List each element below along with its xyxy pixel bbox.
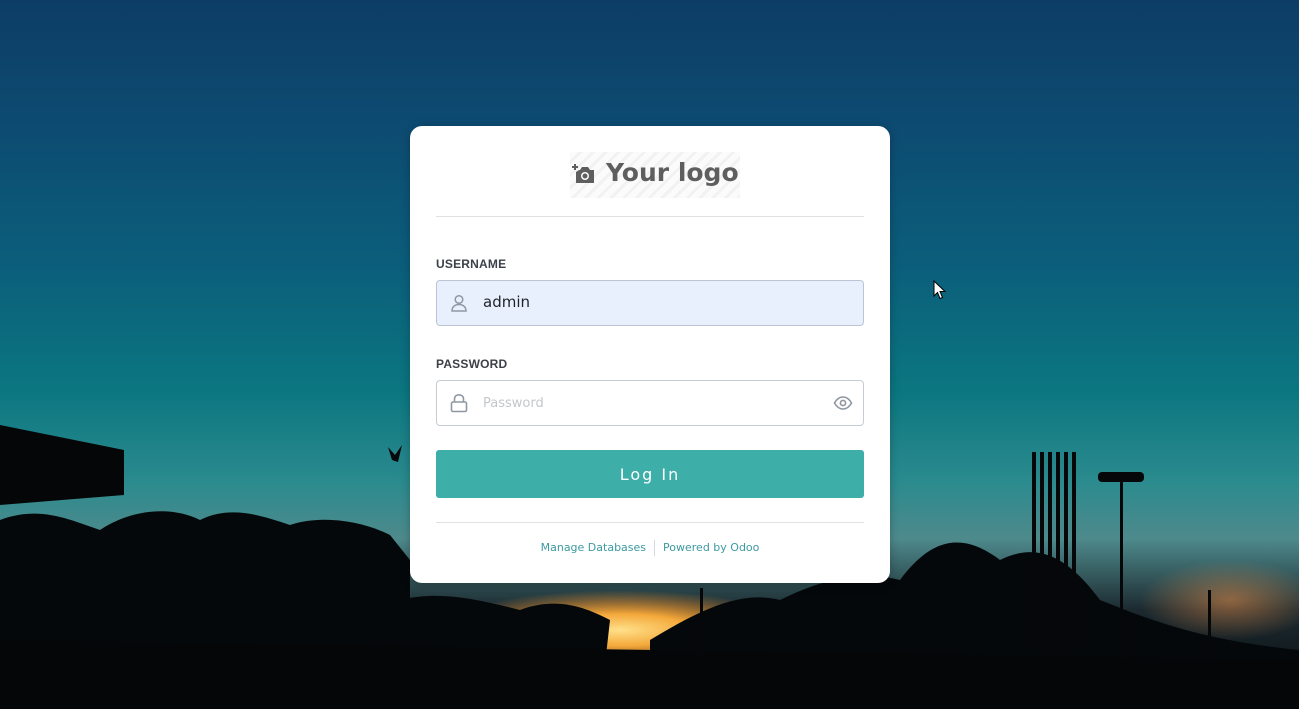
mouse-cursor-icon [933, 280, 947, 300]
eye-icon[interactable] [833, 393, 853, 413]
password-label: PASSWORD [436, 357, 508, 371]
divider [436, 522, 864, 523]
user-icon [451, 294, 467, 312]
username-label: USERNAME [436, 257, 507, 271]
manage-databases-link[interactable]: Manage Databases [541, 541, 646, 554]
camera-plus-icon [572, 164, 594, 183]
powered-by-odoo-link[interactable]: Powered by Odoo [663, 541, 759, 554]
logo-text: Your logo [606, 158, 739, 187]
username-value[interactable]: admin [483, 293, 530, 311]
login-button[interactable]: Log In [436, 450, 864, 498]
company-logo[interactable]: Your logo [570, 152, 740, 198]
password-input[interactable] [481, 381, 823, 425]
login-card: Your logo USERNAME admin PASSWORD Log In… [410, 126, 890, 583]
lock-icon [450, 393, 468, 413]
login-footer: Manage Databases Powered by Odoo [410, 540, 890, 556]
password-field-wrapper [436, 380, 864, 426]
divider [436, 216, 864, 217]
username-field[interactable]: admin [436, 280, 864, 326]
footer-separator [654, 540, 656, 556]
